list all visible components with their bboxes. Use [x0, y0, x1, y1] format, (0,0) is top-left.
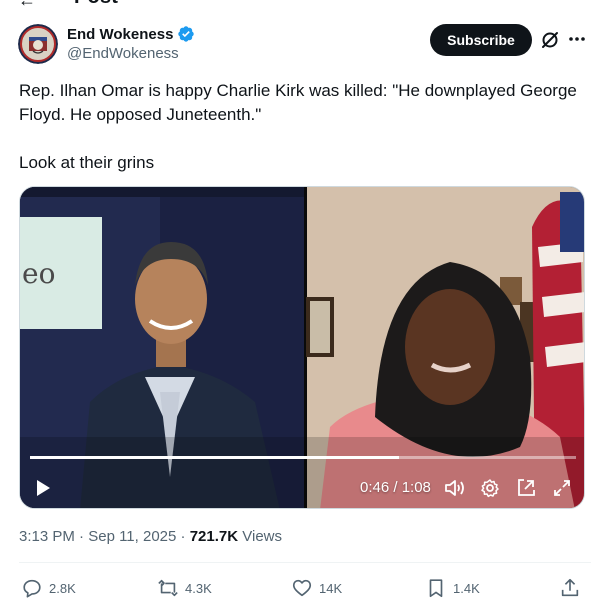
post-meta: 3:13 PM · Sep 11, 2025 · 721.7K Views — [19, 528, 282, 545]
divider — [19, 562, 591, 563]
picture-in-picture-icon[interactable] — [515, 477, 537, 499]
share-button[interactable] — [559, 577, 581, 599]
subscribe-button[interactable]: Subscribe — [430, 24, 532, 56]
time-readout: 0:46 / 1:08 — [360, 479, 431, 496]
post-header: End Wokeness @EndWokeness Subscribe — [18, 22, 590, 70]
volume-icon[interactable] — [443, 477, 467, 499]
video-player[interactable]: 0:46 / 1:08 eo — [19, 186, 585, 509]
back-arrow-icon[interactable]: ← — [18, 0, 36, 11]
meta-separator: · — [180, 528, 186, 545]
play-icon[interactable] — [32, 477, 54, 499]
share-icon — [561, 578, 579, 597]
post-time[interactable]: 3:13 PM — [19, 528, 75, 545]
handle[interactable]: @EndWokeness — [67, 45, 179, 62]
repost-button[interactable]: 4.3K — [157, 577, 212, 599]
repost-icon — [158, 579, 178, 597]
grok-icon[interactable] — [540, 30, 560, 50]
settings-gear-icon[interactable] — [479, 477, 501, 499]
bookmark-button[interactable]: 1.4K — [425, 577, 480, 599]
background-screen-text: eo — [22, 257, 56, 290]
reply-icon — [23, 579, 41, 598]
like-button[interactable]: 14K — [291, 577, 342, 599]
repost-count: 4.3K — [185, 580, 212, 596]
video-frame — [20, 187, 584, 508]
action-bar: 2.8K 4.3K 14K 1.4K — [19, 577, 591, 601]
tweet-text-paragraph-2: Look at their grins — [19, 153, 155, 172]
bookmark-count: 1.4K — [453, 580, 480, 596]
like-count: 14K — [319, 580, 343, 596]
tweet-text: Rep. Ilhan Omar is happy Charlie Kirk wa… — [19, 79, 591, 175]
meta-separator: · — [79, 528, 85, 545]
page-title: Post — [74, 0, 118, 9]
reply-button[interactable]: 2.8K — [21, 577, 76, 599]
views-count: 721.7K — [189, 528, 239, 545]
display-name[interactable]: End Wokeness — [67, 26, 173, 43]
progress-fill — [30, 456, 400, 459]
avatar[interactable] — [18, 24, 58, 64]
progress-bar[interactable] — [30, 456, 576, 459]
name-row: End Wokeness — [67, 25, 195, 43]
fullscreen-icon[interactable] — [551, 477, 573, 499]
bookmark-icon — [429, 579, 443, 598]
verified-badge-icon — [178, 26, 195, 42]
tweet-text-paragraph-1: Rep. Ilhan Omar is happy Charlie Kirk wa… — [19, 81, 577, 124]
reply-count: 2.8K — [49, 580, 76, 596]
views-label: Views — [242, 528, 282, 545]
heart-icon — [292, 579, 312, 597]
post-date[interactable]: Sep 11, 2025 — [88, 528, 176, 545]
more-options-icon[interactable] — [566, 28, 588, 50]
